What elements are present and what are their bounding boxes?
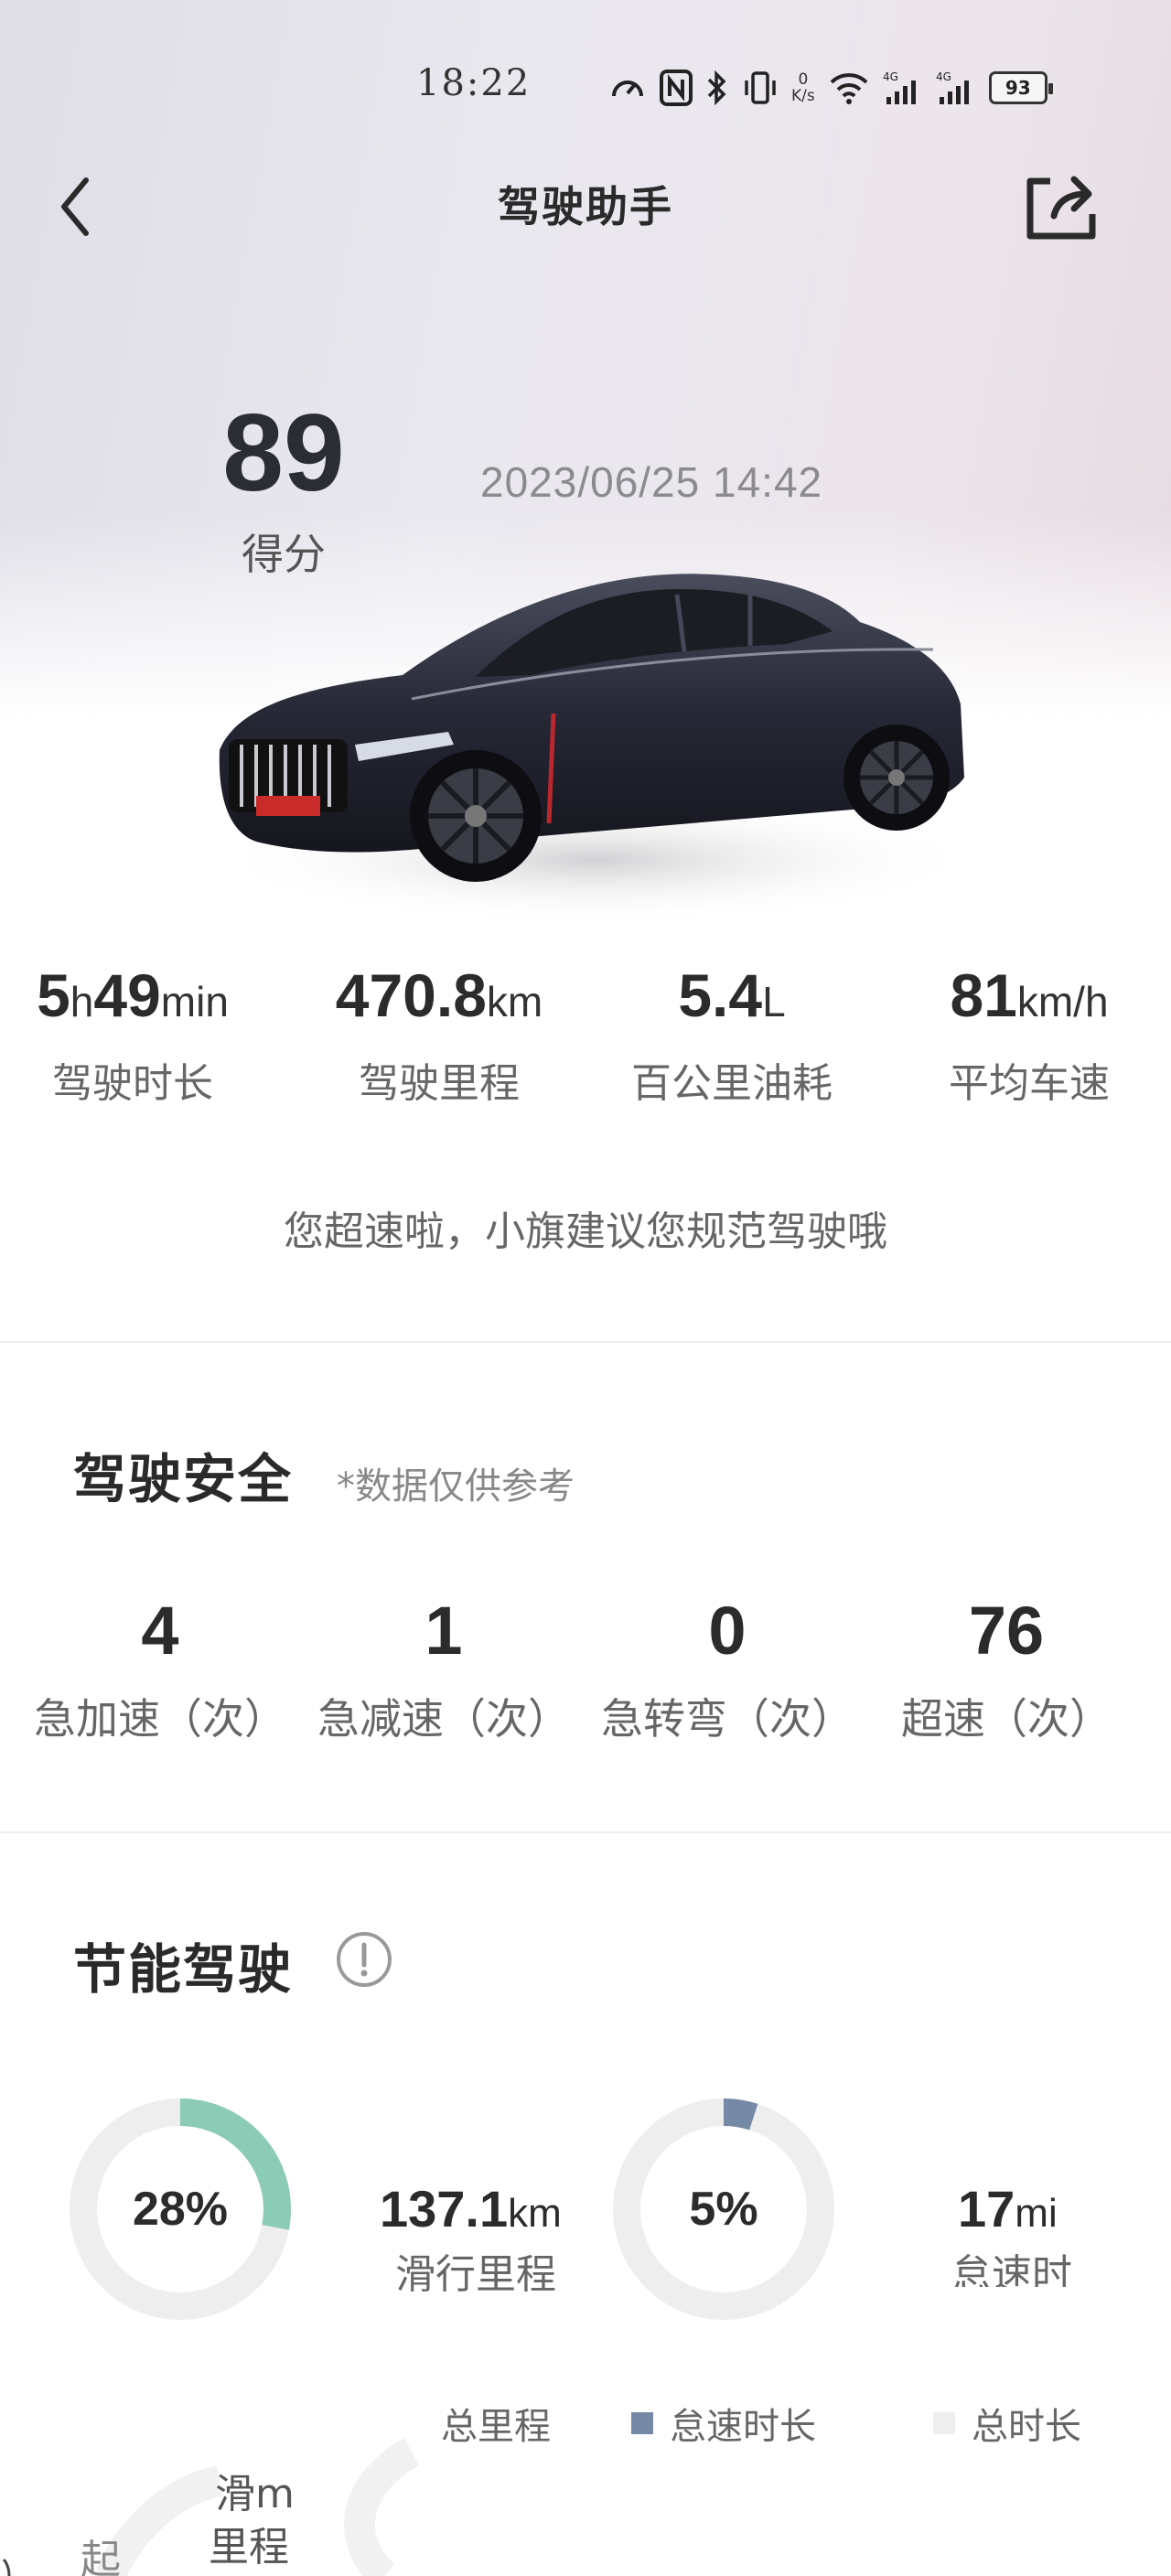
net-speed-unit: K/s	[791, 87, 815, 105]
legend-total-duration: 总时长	[933, 2397, 1080, 2450]
trip-value: 5.4L	[678, 961, 786, 1029]
coast-percent: 28%	[132, 2183, 229, 2236]
safety-label: 急转弯（次）	[601, 1694, 854, 1744]
trip-stat-fuel: 5.4L 百公里油耗	[613, 961, 851, 1109]
idle-duration-value: 17mi	[958, 2180, 1058, 2238]
legend-clip: 总时长	[933, 2388, 1080, 2452]
eco-title: 节能驾驶	[73, 1938, 294, 2001]
divider	[0, 1831, 1171, 1833]
score-value: 89	[222, 392, 345, 514]
trip-stat-speed: 81km/h 平均车速	[906, 961, 1153, 1109]
safety-value: 0	[708, 1593, 747, 1669]
trip-value: 81km/h	[950, 961, 1109, 1029]
coast-mileage-value: 137.1km	[380, 2180, 562, 2238]
safety-item-speeding: 76 超速（次）	[878, 1592, 1134, 1746]
share-button[interactable]	[1023, 170, 1100, 243]
safety-item-hard-acceleration: 4 急加速（次）	[27, 1592, 293, 1746]
battery-icon: 93	[988, 71, 1053, 104]
vibrate-icon	[742, 70, 779, 106]
trip-label: 驾驶里程	[359, 1060, 520, 1107]
car-image	[201, 549, 988, 979]
svg-text:4G: 4G	[883, 70, 898, 83]
trip-value: 470.8km	[335, 961, 543, 1029]
share-icon	[1026, 176, 1096, 240]
safety-label: 急加速（次）	[34, 1694, 286, 1744]
ghost-fast-label: 起	[81, 2537, 121, 2576]
ghost-coast-label: 滑m	[215, 2471, 295, 2517]
trip-label: 平均车速	[949, 1060, 1110, 1107]
speedometer-icon	[608, 69, 647, 107]
safety-value: 76	[968, 1593, 1045, 1669]
coast-mileage-label: 滑行里程	[395, 2251, 556, 2298]
legend-swatch	[933, 2412, 955, 2434]
svg-text:4G: 4G	[936, 70, 951, 83]
trip-value: 5h49min	[37, 961, 229, 1029]
safety-note: *数据仅供参考	[337, 1465, 575, 1508]
status-icons: 0 K/s 4G 4G 93	[608, 60, 1053, 115]
battery-level: 93	[1004, 77, 1031, 99]
safety-value: 4	[141, 1593, 179, 1669]
trip-label: 驾驶时长	[52, 1060, 213, 1107]
wifi-icon	[828, 70, 870, 106]
info-icon[interactable]	[335, 1930, 393, 1989]
legend-label: 怠速时长	[670, 2406, 816, 2448]
status-time: 18:22	[416, 62, 532, 104]
idle-duration-label: 怠速时	[951, 2251, 1072, 2287]
divider	[0, 1341, 1171, 1343]
trip-stat-mileage: 470.8km 驾驶里程	[302, 961, 576, 1109]
legend-label: 总时长	[972, 2406, 1080, 2448]
safety-value: 1	[424, 1593, 463, 1669]
signal-4g-icon-2: 4G	[936, 70, 976, 106]
signal-4g-icon-1: 4G	[883, 70, 923, 106]
idle-percent: 5%	[689, 2183, 758, 2236]
legend-idle-duration: 怠速时长	[631, 2397, 816, 2450]
driving-advice: 您超速啦，小旗建议您规范驾驶哦	[284, 1208, 887, 1255]
status-bar: 18:22 0 K/s 4G 4G 93	[0, 55, 1171, 119]
safety-title: 驾驶安全	[73, 1448, 294, 1510]
safety-item-sharp-turn: 0 急转弯（次）	[595, 1592, 860, 1746]
safety-label: 急减速（次）	[317, 1694, 570, 1744]
safety-label: 超速（次）	[901, 1694, 1112, 1744]
page-title: 驾驶助手	[498, 182, 673, 231]
trip-stat-duration: 5h49min 驾驶时长	[18, 961, 247, 1109]
score-datetime: 2023/06/25 14:42	[480, 458, 823, 506]
idle-clip: 17mi 怠速时	[951, 2168, 1080, 2287]
trip-stats: 5h49min 驾驶时长 470.8km 驾驶里程 5.4L 百公里油耗 81k…	[0, 961, 1171, 1116]
network-speed: 0 K/s	[791, 71, 815, 104]
ghost-mileage-label: 里程	[209, 2524, 289, 2571]
safety-item-hard-braking: 1 急减速（次）	[311, 1592, 576, 1746]
legend-swatch	[631, 2412, 653, 2434]
nfc-icon	[660, 70, 693, 106]
net-speed-value: 0	[798, 70, 809, 89]
bluetooth-icon	[705, 69, 729, 107]
trip-label: 百公里油耗	[631, 1060, 833, 1107]
